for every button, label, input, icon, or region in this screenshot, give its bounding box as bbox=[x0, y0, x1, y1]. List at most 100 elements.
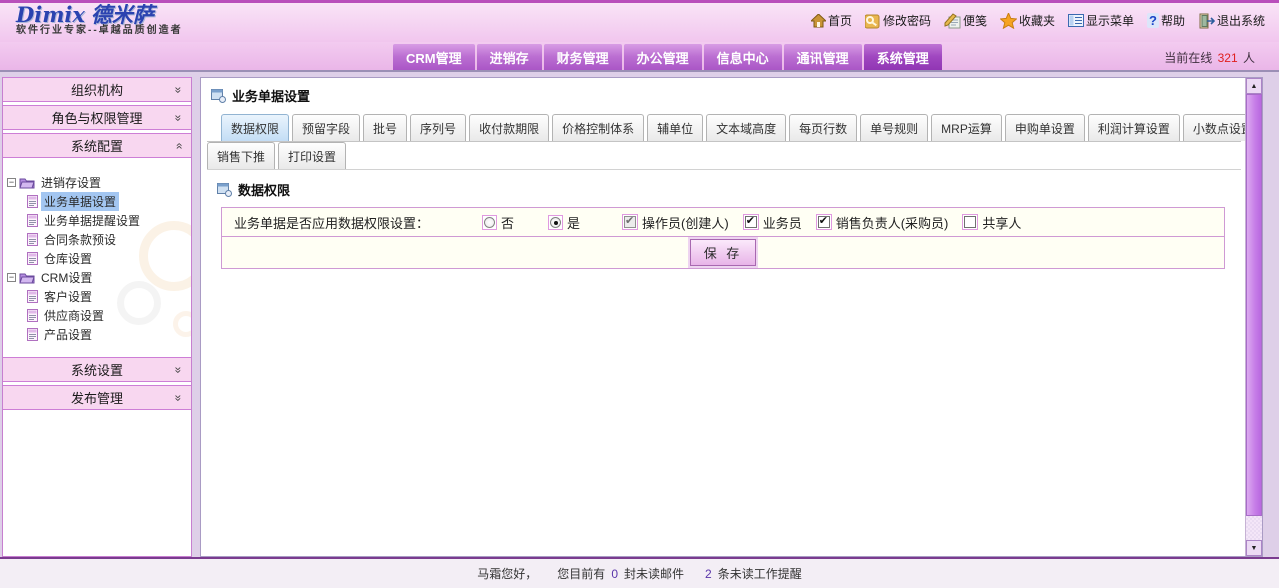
tab-sales-pushdown[interactable]: 销售下推 bbox=[207, 142, 275, 169]
tree-folder-inventory-settings[interactable]: 进销存设置 bbox=[7, 173, 191, 192]
sidebar-panel-syssettings[interactable]: 系统设置 » bbox=[3, 357, 191, 382]
tab-data-permission[interactable]: 数据权限 bbox=[221, 114, 289, 141]
change-password-link[interactable]: 修改密码 bbox=[865, 12, 931, 29]
tree-folder-label[interactable]: CRM设置 bbox=[38, 268, 95, 287]
show-menu-link[interactable]: 显示菜单 bbox=[1068, 12, 1134, 29]
logout-link[interactable]: 退出系统 bbox=[1198, 12, 1265, 29]
tree-item-supplier-settings[interactable]: 供应商设置 bbox=[27, 306, 191, 325]
tree-item-label[interactable]: 客户设置 bbox=[41, 287, 95, 306]
unread-reminder-count: 2 bbox=[705, 567, 712, 581]
online-prefix: 当前在线 bbox=[1164, 51, 1212, 65]
sidebar-panel-org[interactable]: 组织机构 » bbox=[3, 77, 191, 102]
tree-item-doc-reminder-settings[interactable]: 业务单据提醒设置 bbox=[27, 211, 191, 230]
tree-folder-crm-settings[interactable]: CRM设置 bbox=[7, 268, 191, 287]
document-icon bbox=[27, 233, 38, 246]
tab-price-control[interactable]: 价格控制体系 bbox=[552, 114, 644, 141]
sidebar-panel-org-label: 组织机构 bbox=[71, 80, 123, 99]
tree-item-product-settings[interactable]: 产品设置 bbox=[27, 325, 191, 344]
nav-tab-inventory[interactable]: 进销存 bbox=[477, 44, 542, 70]
tree-item-business-doc-settings[interactable]: 业务单据设置 bbox=[27, 192, 191, 211]
tab-serial-number[interactable]: 序列号 bbox=[410, 114, 466, 141]
nav-tab-communication[interactable]: 通讯管理 bbox=[784, 44, 862, 70]
show-menu-icon bbox=[1068, 14, 1084, 27]
help-link[interactable]: ? 帮助 bbox=[1147, 12, 1185, 29]
tree-item-label[interactable]: 供应商设置 bbox=[41, 306, 107, 325]
notes-link[interactable]: 便笺 bbox=[944, 12, 987, 29]
section-title: 数据权限 bbox=[238, 180, 290, 199]
tab-batch-number[interactable]: 批号 bbox=[363, 114, 407, 141]
tree-item-label[interactable]: 仓库设置 bbox=[41, 249, 95, 268]
checkbox-sales-lead-icon[interactable] bbox=[818, 216, 830, 228]
main-nav-bar: CRM管理 进销存 财务管理 办公管理 信息中心 通讯管理 系统管理 当前在线 … bbox=[0, 42, 1279, 70]
tree-item-warehouse-settings[interactable]: 仓库设置 bbox=[27, 249, 191, 268]
page-title: 业务单据设置 bbox=[232, 86, 310, 105]
tree-expander-icon[interactable] bbox=[7, 273, 16, 282]
unread-reminder-text: 条未读工作提醒 bbox=[718, 565, 802, 582]
form-settings-icon bbox=[217, 183, 232, 197]
radio-yes-icon[interactable] bbox=[550, 217, 561, 228]
checkbox-sales-lead[interactable]: 销售负责人(采购员) bbox=[816, 213, 949, 232]
tab-number-rules[interactable]: 单号规则 bbox=[860, 114, 928, 141]
content-panel: 业务单据设置 数据权限 预留字段 批号 序列号 收付款期限 价格控制体系 辅单位… bbox=[200, 77, 1263, 557]
tree-folder-label[interactable]: 进销存设置 bbox=[38, 173, 104, 192]
radio-yes[interactable]: 是 bbox=[548, 213, 580, 232]
favorites-label: 收藏夹 bbox=[1019, 12, 1055, 29]
nav-tab-info-center[interactable]: 信息中心 bbox=[704, 44, 782, 70]
tree-item-contract-terms[interactable]: 合同条款预设 bbox=[27, 230, 191, 249]
nav-tab-crm[interactable]: CRM管理 bbox=[393, 44, 475, 70]
radio-no-icon[interactable] bbox=[484, 217, 495, 228]
checkbox-shared-icon[interactable] bbox=[964, 216, 976, 228]
tab-reserved-fields[interactable]: 预留字段 bbox=[292, 114, 360, 141]
checkbox-salesman[interactable]: 业务员 bbox=[743, 213, 802, 232]
checkbox-shared[interactable]: 共享人 bbox=[962, 213, 1021, 232]
tree-item-label-selected[interactable]: 业务单据设置 bbox=[41, 192, 119, 211]
favorites-link[interactable]: 收藏夹 bbox=[1000, 12, 1055, 29]
form-row-question: 业务单据是否应用数据权限设置： 否 是 操作员(创建人) bbox=[222, 208, 1224, 237]
brand-cn: 德米萨 bbox=[91, 2, 154, 27]
folder-open-icon bbox=[19, 271, 35, 284]
tab-rows-per-page[interactable]: 每页行数 bbox=[789, 114, 857, 141]
sidebar-panel-sysconfig[interactable]: 系统配置 » bbox=[3, 133, 191, 158]
tab-decimal-settings[interactable]: 小数点设置 bbox=[1183, 114, 1245, 141]
tab-payment-terms[interactable]: 收付款期限 bbox=[469, 114, 549, 141]
tree-expander-icon[interactable] bbox=[7, 178, 16, 187]
scroll-down-button[interactable]: ▼ bbox=[1246, 540, 1262, 556]
document-icon bbox=[27, 309, 38, 322]
status-middle: 您目前有 bbox=[557, 565, 605, 582]
checkbox-operator-icon[interactable] bbox=[624, 216, 636, 228]
checkbox-operator[interactable]: 操作员(创建人) bbox=[622, 213, 729, 232]
checkbox-salesman-icon[interactable] bbox=[745, 216, 757, 228]
brand-text: Dimix德米萨 bbox=[16, 4, 183, 26]
document-icon bbox=[27, 290, 38, 303]
tree-item-label[interactable]: 业务单据提醒设置 bbox=[41, 211, 143, 230]
form-row-actions: 保 存 bbox=[222, 237, 1224, 268]
radio-no[interactable]: 否 bbox=[482, 213, 514, 232]
tree-item-customer-settings[interactable]: 客户设置 bbox=[27, 287, 191, 306]
scroll-up-button[interactable]: ▲ bbox=[1246, 78, 1262, 94]
document-icon bbox=[27, 214, 38, 227]
content-main: 业务单据设置 数据权限 预留字段 批号 序列号 收付款期限 价格控制体系 辅单位… bbox=[201, 78, 1245, 556]
section-title-row: 数据权限 bbox=[207, 170, 1241, 205]
sidebar-panel-roles[interactable]: 角色与权限管理 » bbox=[3, 105, 191, 130]
save-button[interactable]: 保 存 bbox=[690, 239, 757, 266]
tree-item-label[interactable]: 产品设置 bbox=[41, 325, 95, 344]
nav-tab-system[interactable]: 系统管理 bbox=[864, 44, 942, 70]
sidebar-panel-publish[interactable]: 发布管理 » bbox=[3, 385, 191, 410]
vertical-scrollbar[interactable]: ▲ ▼ bbox=[1245, 78, 1262, 556]
question-label: 业务单据是否应用数据权限设置： bbox=[234, 213, 482, 232]
unread-mail-count: 0 bbox=[611, 567, 618, 581]
tree-item-label[interactable]: 合同条款预设 bbox=[41, 230, 119, 249]
home-link[interactable]: 首页 bbox=[811, 12, 852, 29]
tab-profit-calc[interactable]: 利润计算设置 bbox=[1088, 114, 1180, 141]
tab-aux-unit[interactable]: 辅单位 bbox=[647, 114, 703, 141]
tab-print-settings[interactable]: 打印设置 bbox=[278, 142, 346, 169]
tab-purchase-request[interactable]: 申购单设置 bbox=[1005, 114, 1085, 141]
tab-textarea-height[interactable]: 文本域高度 bbox=[706, 114, 786, 141]
sidebar-tree: 进销存设置 业务单据设置 业务单据提醒设置 合同条款预设 仓库设置 CR bbox=[3, 161, 191, 357]
scrollbar-thumb[interactable] bbox=[1246, 94, 1262, 516]
tab-mrp[interactable]: MRP运算 bbox=[931, 114, 1002, 141]
settings-tab-row-2: 销售下推 打印设置 bbox=[207, 142, 1241, 170]
nav-tab-finance[interactable]: 财务管理 bbox=[544, 44, 622, 70]
nav-tab-office[interactable]: 办公管理 bbox=[624, 44, 702, 70]
document-icon bbox=[27, 195, 38, 208]
